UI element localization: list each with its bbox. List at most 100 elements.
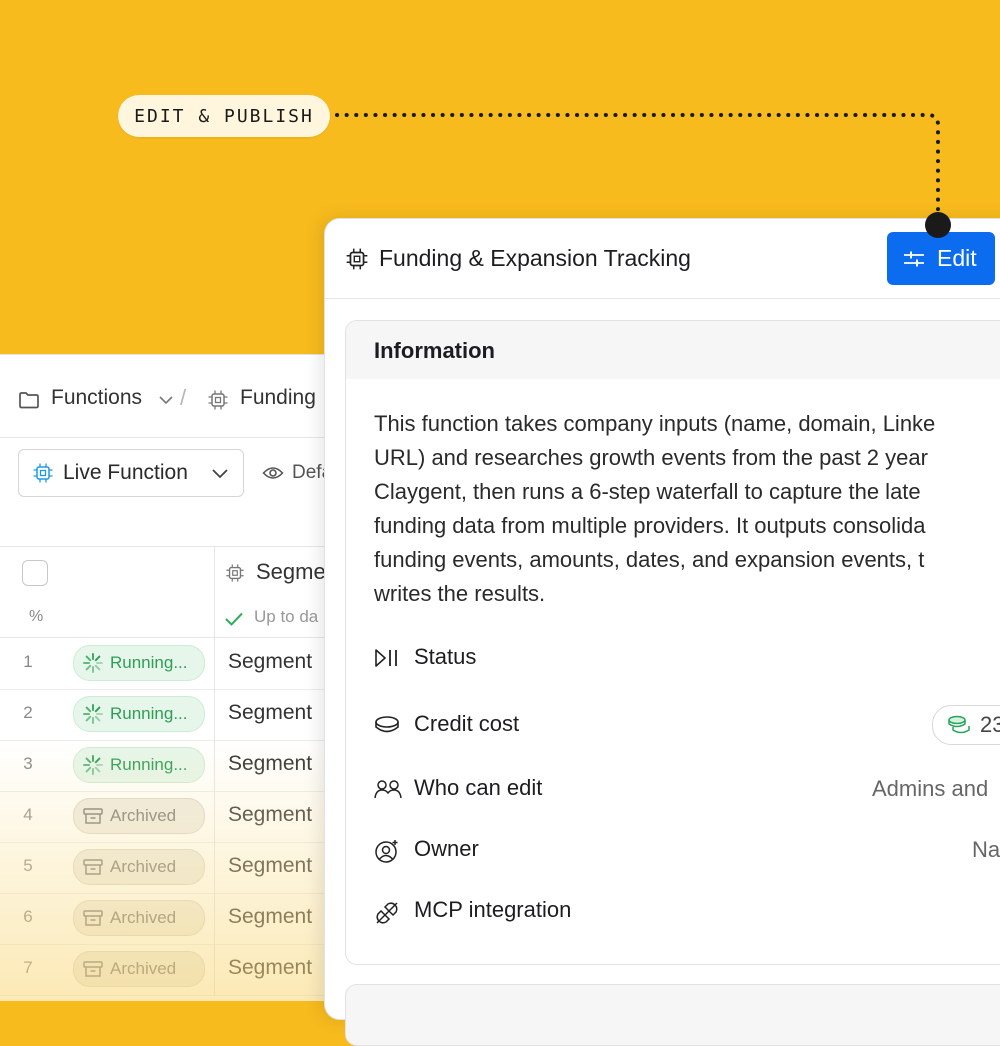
- status-label: Archived: [110, 857, 177, 876]
- user-circle-icon: [375, 840, 398, 863]
- credit-cost-badge: 23: [932, 705, 1000, 745]
- status-property: Status: [374, 644, 1000, 674]
- edit-button-label: Edit: [937, 245, 977, 271]
- coin-icon: [375, 716, 399, 733]
- sliders-icon: [903, 249, 925, 269]
- segment-cell[interactable]: Segment: [228, 701, 312, 725]
- who-can-edit-label: Who can edit: [414, 775, 543, 800]
- archive-icon: [82, 959, 104, 979]
- credit-cost-label: Credit cost: [414, 711, 520, 736]
- row-number: 2: [23, 703, 33, 722]
- credit-cost-property: Credit cost 23: [374, 705, 1000, 745]
- status-label: Archived: [110, 806, 177, 825]
- edit-button[interactable]: Edit: [887, 232, 995, 285]
- function-description: This function takes company inputs (name…: [374, 407, 1000, 611]
- archived-status-badge: Archived: [73, 849, 205, 885]
- description-line: funding data from multiple providers. It…: [374, 513, 926, 538]
- callout-label: EDIT & PUBLISH: [134, 105, 314, 127]
- table-row[interactable]: 2 Running... Segment: [0, 689, 330, 741]
- segment-cell[interactable]: Segment: [228, 650, 312, 674]
- segment-column-header[interactable]: Segme: [256, 559, 326, 585]
- owner-property: Owner Na: [374, 836, 1000, 866]
- select-all-checkbox[interactable]: [22, 560, 48, 586]
- next-section-card[interactable]: [345, 984, 1000, 1046]
- segment-cell[interactable]: Segment: [228, 803, 312, 827]
- archived-status-badge: Archived: [73, 798, 205, 834]
- connector-endpoint: [925, 212, 951, 238]
- users-icon: [374, 780, 402, 799]
- status-label: Running...: [110, 704, 188, 723]
- spinner-icon: [82, 703, 104, 725]
- row-number: 3: [23, 754, 33, 773]
- running-status-badge: Running...: [73, 696, 205, 732]
- chip-icon: [33, 463, 53, 483]
- description-line: funding events, amounts, dates, and expa…: [374, 547, 925, 572]
- who-can-edit-value[interactable]: Admins and: [872, 776, 988, 802]
- description-line: This function takes company inputs (name…: [374, 411, 936, 436]
- description-line: writes the results.: [374, 581, 546, 606]
- column-divider: [214, 791, 215, 842]
- eye-icon[interactable]: [262, 465, 284, 481]
- edit-publish-callout: EDIT & PUBLISH: [118, 95, 330, 137]
- breadcrumb: Functions / Funding: [0, 355, 330, 438]
- table-subheader: % Up to da: [0, 599, 330, 638]
- breadcrumb-separator: /: [180, 385, 187, 410]
- segment-cell[interactable]: Segment: [228, 752, 312, 776]
- breadcrumb-current[interactable]: Funding: [240, 386, 316, 410]
- chip-icon: [226, 564, 244, 582]
- who-can-edit-property: Who can edit Admins and: [374, 775, 1000, 805]
- play-pause-icon: [375, 649, 397, 667]
- column-divider: [214, 944, 215, 995]
- table-row[interactable]: 6 Archived Segment: [0, 893, 330, 945]
- row-number: 5: [23, 856, 33, 875]
- information-card-header[interactable]: Information: [346, 321, 1000, 379]
- percent-column-label: %: [29, 608, 44, 625]
- chip-icon: [208, 390, 228, 410]
- column-divider: [214, 599, 215, 637]
- version-select[interactable]: Live Function: [18, 449, 244, 497]
- chip-icon: [346, 248, 368, 270]
- table-row[interactable]: 4 Archived Segment: [0, 791, 330, 843]
- column-divider: [214, 740, 215, 791]
- status-label: Archived: [110, 908, 177, 927]
- running-status-badge: Running...: [73, 645, 205, 681]
- column-status-label: Up to da: [254, 607, 319, 626]
- owner-label: Owner: [414, 836, 479, 861]
- information-heading: Information: [374, 338, 495, 363]
- table-row[interactable]: 5 Archived Segment: [0, 842, 330, 894]
- table-row[interactable]: 1 Running... Segment: [0, 638, 330, 690]
- table-header: Segme: [0, 546, 330, 600]
- mcp-integration-property: MCP integration I: [374, 897, 1000, 927]
- description-line: Claygent, then runs a 6-step waterfall t…: [374, 479, 921, 504]
- row-number: 6: [23, 907, 33, 926]
- column-divider: [214, 893, 215, 944]
- chevron-down-icon[interactable]: [158, 393, 174, 407]
- running-status-badge: Running...: [73, 747, 205, 783]
- archive-icon: [82, 857, 104, 877]
- breadcrumb-functions[interactable]: Functions: [51, 386, 142, 410]
- version-select-label: Live Function: [63, 461, 188, 484]
- header-divider: [325, 298, 1000, 299]
- row-number: 7: [23, 958, 33, 977]
- segment-cell[interactable]: Segment: [228, 905, 312, 929]
- owner-value[interactable]: Na: [972, 837, 1000, 863]
- description-line: URL) and researches growth events from t…: [374, 445, 928, 470]
- function-detail-panel: Funding & Expansion Tracking Edit Inform…: [324, 218, 1000, 1046]
- row-number: 1: [23, 652, 33, 671]
- table-row[interactable]: 3 Running... Segment: [0, 740, 330, 792]
- table-row[interactable]: 7 Archived Segment: [0, 944, 330, 996]
- column-divider: [214, 689, 215, 740]
- status-label: Running...: [110, 755, 188, 774]
- status-label: Running...: [110, 653, 188, 672]
- function-title: Funding & Expansion Tracking: [379, 245, 691, 271]
- check-icon: [225, 612, 243, 626]
- column-divider: [214, 547, 215, 599]
- status-label: Archived: [110, 959, 177, 978]
- archived-status-badge: Archived: [73, 951, 205, 987]
- functions-table-panel: Functions / Funding Live Function Defa S…: [0, 354, 330, 1001]
- segment-cell[interactable]: Segment: [228, 854, 312, 878]
- segment-cell[interactable]: Segment: [228, 956, 312, 980]
- chevron-down-icon: [212, 469, 228, 479]
- archive-icon: [82, 908, 104, 928]
- status-label: Status: [414, 644, 477, 669]
